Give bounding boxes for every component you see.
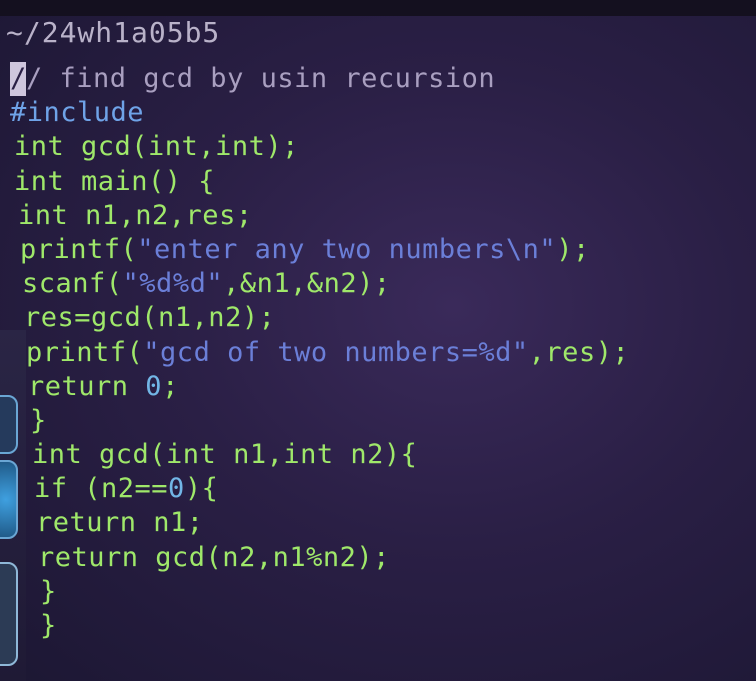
code-line: // find gcd by usin recursion (10, 62, 750, 97)
code-token: return (28, 370, 146, 402)
code-token: res=gcd(n1,n2); (24, 302, 276, 334)
code-token: ; (162, 370, 179, 402)
code-line: printf("gcd of two numbers=%d",res); (10, 336, 750, 370)
code-token: int gcd(int,int); (14, 131, 299, 163)
code-token: ){ (184, 473, 219, 505)
code-token: return gcd(n2,n1%n2); (38, 541, 390, 573)
code-token: return n1; (36, 507, 204, 539)
code-token: printf( (20, 233, 138, 265)
code-token: ,res); (528, 336, 630, 368)
code-line: res=gcd(n1,n2); (10, 301, 750, 335)
code-token: if (n2== (34, 473, 169, 505)
window-top-bar (0, 0, 756, 16)
code-line: int main() { (10, 165, 750, 199)
code-line: int gcd(int,int); (10, 130, 750, 164)
code-line: return gcd(n2,n1%n2); (10, 541, 750, 575)
code-token: 0 (145, 370, 163, 402)
code-token: ); (556, 233, 590, 265)
code-token: int gcd(int n1,int n2){ (32, 439, 418, 471)
code-token: int main() { (14, 165, 216, 197)
code-token: / find gcd by usin recursion (26, 63, 496, 94)
code-token: } (30, 404, 47, 436)
code-line: printf("enter any two numbers\n"); (10, 233, 750, 267)
code-editor[interactable]: // find gcd by usin recursion #include int… (10, 62, 750, 643)
code-token: } (40, 575, 57, 607)
code-token: #include (10, 97, 145, 129)
code-token: scanf( (22, 268, 123, 300)
code-token: int n1,n2,res; (18, 199, 253, 231)
code-token: "enter any two numbers\n" (137, 233, 557, 265)
code-token: 0 (168, 473, 185, 505)
code-line: scanf("%d%d",&n1,&n2); (10, 267, 750, 301)
text-cursor: / (10, 62, 26, 97)
code-token: "%d%d" (122, 268, 224, 300)
code-line: return 0; (10, 370, 750, 404)
code-line: if (n2==0){ (10, 472, 750, 506)
code-line: } (10, 575, 750, 609)
code-line: return n1; (10, 506, 750, 540)
code-token: printf( (26, 336, 144, 368)
code-token: "gcd of two numbers=%d" (143, 336, 529, 368)
code-line: int n1,n2,res; (10, 199, 750, 233)
code-token: ,&n1,&n2); (223, 268, 391, 300)
code-line: #include (10, 96, 750, 130)
code-token: } (40, 610, 57, 641)
code-line: } (10, 404, 750, 438)
window-title: ~/24wh1a05b5 (6, 16, 221, 49)
code-line: int gcd(int n1,int n2){ (10, 438, 750, 472)
code-line: } (10, 609, 750, 643)
